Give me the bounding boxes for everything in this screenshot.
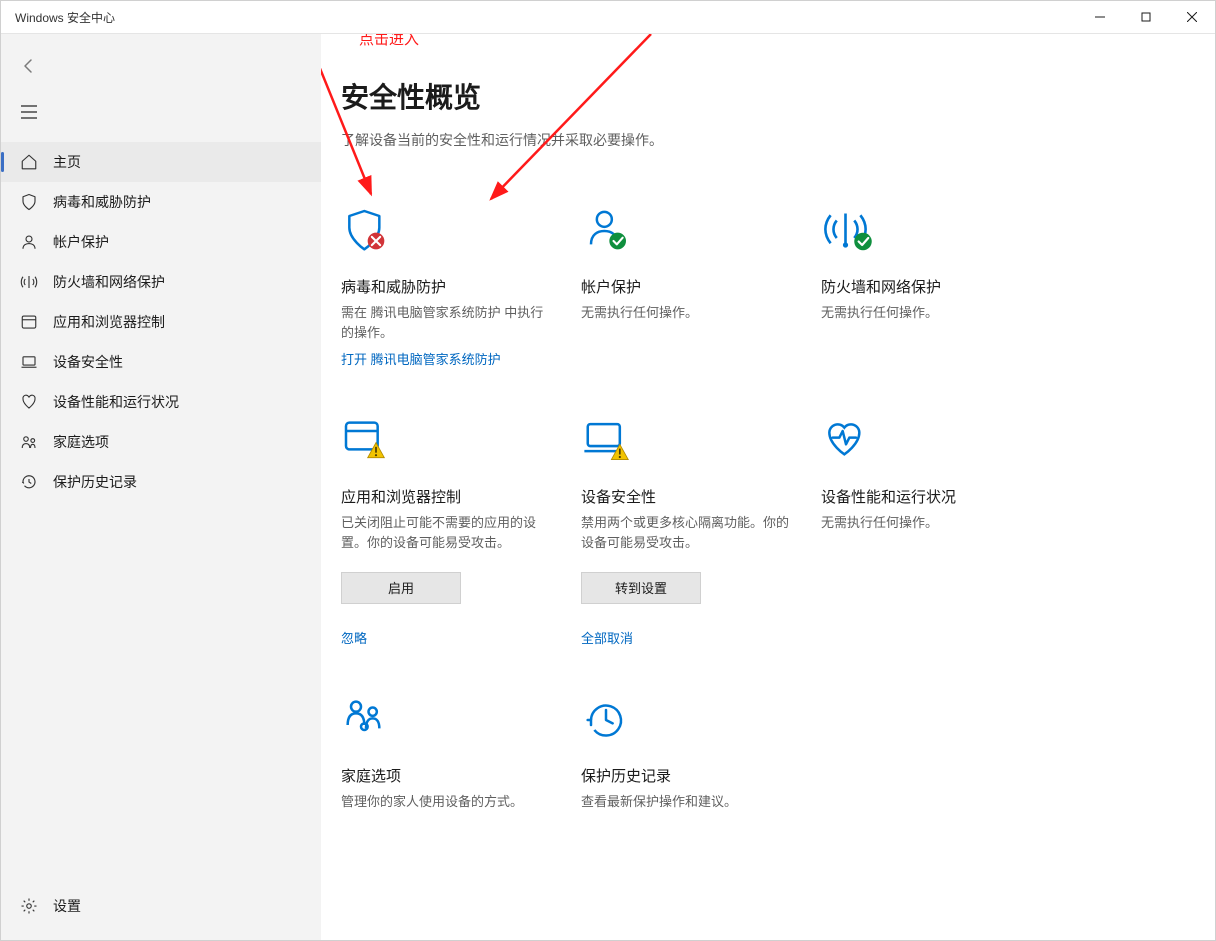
app-window: Windows 安全中心	[0, 0, 1216, 941]
card-virus[interactable]: 病毒和威胁防护 需在 腾讯电脑管家系统防护 中执行的操作。 打开 腾讯电脑管家系…	[341, 206, 581, 368]
titlebar: Windows 安全中心	[1, 1, 1215, 33]
goto-settings-button[interactable]: 转到设置	[581, 572, 701, 604]
network-ok-icon	[821, 206, 1061, 262]
sidebar-item-label: 保护历史记录	[53, 472, 137, 492]
history-icon	[19, 472, 39, 492]
app-icon	[19, 312, 39, 332]
menu-button[interactable]	[5, 92, 53, 132]
sidebar-item-account[interactable]: 帐户保护	[1, 222, 321, 262]
maximize-button[interactable]	[1123, 1, 1169, 33]
sidebar-item-label: 病毒和威胁防护	[53, 192, 151, 212]
sidebar-item-label: 防火墙和网络保护	[53, 272, 165, 292]
card-desc: 管理你的家人使用设备的方式。	[341, 792, 551, 812]
network-icon	[19, 272, 39, 292]
sidebar-item-label: 帐户保护	[53, 232, 109, 252]
card-desc: 查看最新保护操作和建议。	[581, 792, 791, 812]
app-warning-icon	[341, 416, 581, 472]
sidebar: 主页 病毒和威胁防护 帐户保护 防火墙和网络保护	[1, 34, 321, 940]
shield-icon	[19, 192, 39, 212]
gear-icon	[19, 896, 39, 916]
sidebar-item-home[interactable]: 主页	[1, 142, 321, 182]
sidebar-item-label: 设备性能和运行状况	[53, 392, 179, 412]
card-device[interactable]: 设备安全性 禁用两个或更多核心隔离功能。你的设备可能易受攻击。 转到设置 全部取…	[581, 416, 821, 646]
home-icon	[19, 152, 39, 172]
card-account[interactable]: 帐户保护 无需执行任何操作。	[581, 206, 821, 368]
history-big-icon	[581, 695, 821, 751]
window-controls	[1077, 1, 1215, 33]
body: 主页 病毒和威胁防护 帐户保护 防火墙和网络保护	[1, 33, 1215, 940]
card-title: 设备性能和运行状况	[821, 486, 1061, 507]
open-tencent-link[interactable]: 打开 腾讯电脑管家系统防护	[341, 349, 581, 368]
card-title: 家庭选项	[341, 765, 581, 786]
card-appbrowser[interactable]: 应用和浏览器控制 已关闭阻止可能不需要的应用的设置。你的设备可能易受攻击。 启用…	[341, 416, 581, 646]
card-title: 设备安全性	[581, 486, 821, 507]
card-firewall[interactable]: 防火墙和网络保护 无需执行任何操作。	[821, 206, 1061, 368]
health-icon	[821, 416, 1061, 472]
sidebar-item-history[interactable]: 保护历史记录	[1, 462, 321, 502]
card-desc: 无需执行任何操作。	[581, 303, 791, 323]
card-desc: 无需执行任何操作。	[821, 513, 1031, 533]
account-icon	[19, 232, 39, 252]
card-title: 防火墙和网络保护	[821, 276, 1061, 297]
card-family[interactable]: 家庭选项 管理你的家人使用设备的方式。	[341, 695, 581, 812]
card-history[interactable]: 保护历史记录 查看最新保护操作和建议。	[581, 695, 821, 812]
family-icon	[19, 432, 39, 452]
shield-error-icon	[341, 206, 581, 262]
cards-grid: 病毒和威胁防护 需在 腾讯电脑管家系统防护 中执行的操作。 打开 腾讯电脑管家系…	[341, 206, 1195, 812]
back-button[interactable]	[5, 46, 53, 86]
device-warning-icon	[581, 416, 821, 472]
card-desc: 禁用两个或更多核心隔离功能。你的设备可能易受攻击。	[581, 513, 791, 553]
sidebar-item-virus[interactable]: 病毒和威胁防护	[1, 182, 321, 222]
family-big-icon	[341, 695, 581, 751]
sidebar-item-label: 主页	[53, 152, 81, 172]
sidebar-item-family[interactable]: 家庭选项	[1, 422, 321, 462]
sidebar-item-firewall[interactable]: 防火墙和网络保护	[1, 262, 321, 302]
sidebar-item-label: 设备安全性	[53, 352, 123, 372]
heart-icon	[19, 392, 39, 412]
card-title: 保护历史记录	[581, 765, 821, 786]
card-title: 帐户保护	[581, 276, 821, 297]
page-subtitle: 了解设备当前的安全性和运行情况并采取必要操作。	[341, 130, 1195, 150]
dismiss-all-link[interactable]: 全部取消	[581, 628, 821, 647]
sidebar-item-settings[interactable]: 设置	[1, 886, 321, 926]
minimize-button[interactable]	[1077, 1, 1123, 33]
annotation-label: 点击进入	[359, 34, 419, 49]
card-title: 病毒和威胁防护	[341, 276, 581, 297]
account-ok-icon	[581, 206, 821, 262]
content: 点击进入 安全性概览 了解设备当前的安全性和运行情况并采取必要操作。	[321, 34, 1215, 940]
window-title: Windows 安全中心	[15, 9, 115, 26]
page-title: 安全性概览	[341, 76, 1195, 116]
card-desc: 需在 腾讯电脑管家系统防护 中执行的操作。	[341, 303, 551, 343]
sidebar-item-performance[interactable]: 设备性能和运行状况	[1, 382, 321, 422]
laptop-icon	[19, 352, 39, 372]
card-desc: 无需执行任何操作。	[821, 303, 1031, 323]
sidebar-item-device[interactable]: 设备安全性	[1, 342, 321, 382]
sidebar-item-label: 应用和浏览器控制	[53, 312, 165, 332]
card-title: 应用和浏览器控制	[341, 486, 581, 507]
sidebar-item-label: 家庭选项	[53, 432, 109, 452]
sidebar-item-appbrowser[interactable]: 应用和浏览器控制	[1, 302, 321, 342]
card-desc: 已关闭阻止可能不需要的应用的设置。你的设备可能易受攻击。	[341, 513, 551, 553]
card-performance[interactable]: 设备性能和运行状况 无需执行任何操作。	[821, 416, 1061, 646]
ignore-link[interactable]: 忽略	[341, 628, 581, 647]
close-button[interactable]	[1169, 1, 1215, 33]
sidebar-item-label: 设置	[53, 896, 81, 916]
enable-button[interactable]: 启用	[341, 572, 461, 604]
